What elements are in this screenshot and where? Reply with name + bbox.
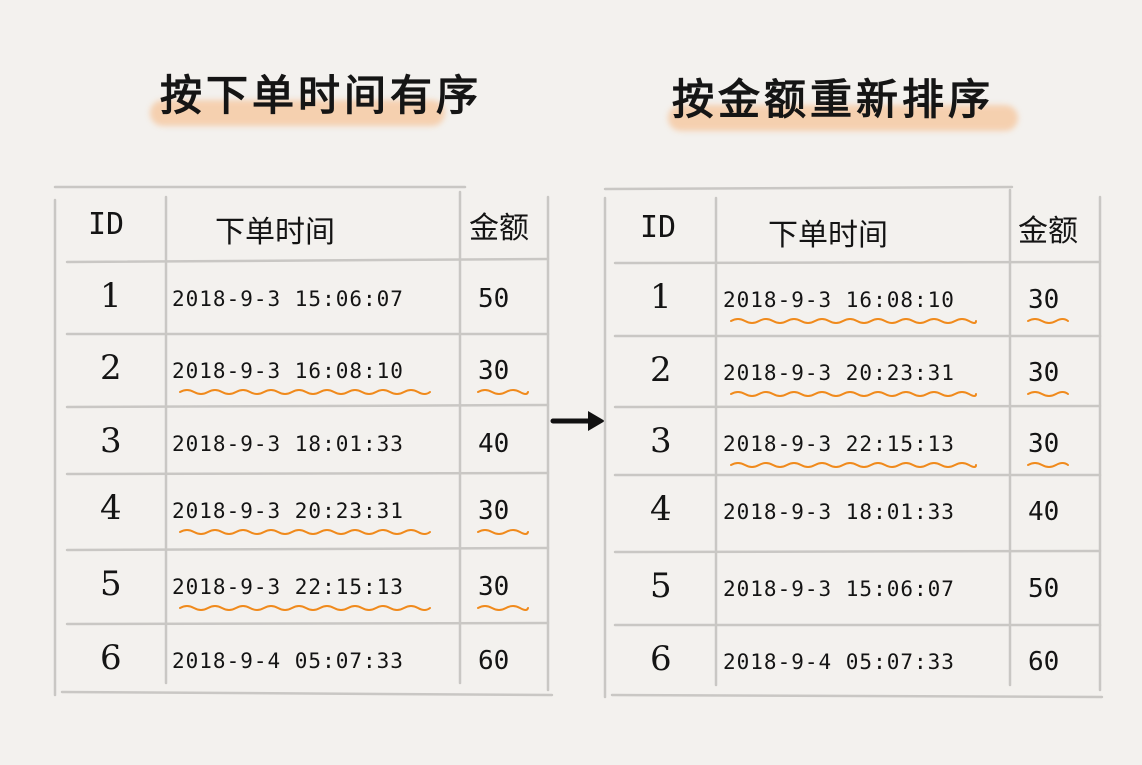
right-row-id: 5 <box>650 566 672 606</box>
diagram: 按下单时间有序 ID 下单时间 金额 1 2018-9-3 15:06:07 50 2… <box>0 0 1142 765</box>
right-row-id: 4 <box>650 489 672 529</box>
right-row-id: 6 <box>650 639 672 679</box>
right-row-underline <box>730 462 1069 468</box>
right-row-time: 2018-9-3 15:06:07 <box>723 577 955 601</box>
right-row-amount: 60 <box>1028 647 1060 677</box>
right-row-amount: 40 <box>1028 497 1060 527</box>
right-row-time: 2018-9-4 05:07:33 <box>723 650 955 674</box>
right-row-amount: 50 <box>1028 574 1060 604</box>
right-row-time: 2018-9-3 18:01:33 <box>723 500 955 524</box>
